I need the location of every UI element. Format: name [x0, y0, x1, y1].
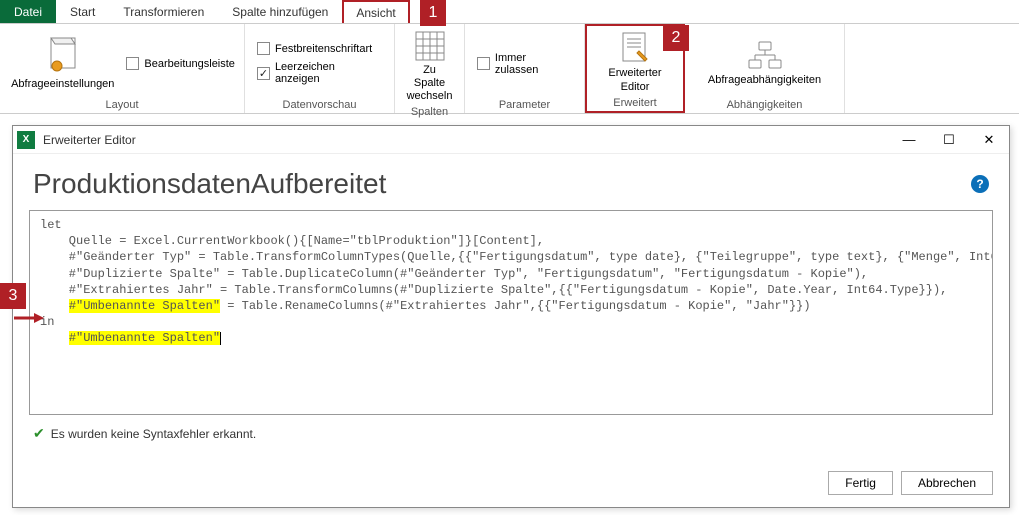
- go-to-column-label: Zu Spalte wechseln: [407, 64, 453, 104]
- query-name-header: ProduktionsdatenAufbereitet ?: [13, 154, 1009, 210]
- group-data-preview: Festbreitenschriftart Leerzeichen anzeig…: [245, 24, 395, 113]
- tab-add-column[interactable]: Spalte hinzufügen: [218, 0, 342, 23]
- query-dependencies-button[interactable]: Abfrageabhängigkeiten: [704, 38, 825, 89]
- group-columns: Zu Spalte wechseln Spalten: [395, 24, 465, 113]
- ribbon-tab-bar: Datei Start Transformieren Spalte hinzuf…: [0, 0, 1019, 24]
- tab-file[interactable]: Datei: [0, 0, 56, 23]
- callout-2: 2: [663, 25, 689, 51]
- show-whitespace-check[interactable]: Leerzeichen anzeigen: [257, 61, 382, 85]
- check-icon: ✔: [33, 425, 45, 442]
- done-button[interactable]: Fertig: [828, 471, 893, 495]
- tab-start[interactable]: Start: [56, 0, 109, 23]
- group-columns-label: Spalten: [411, 106, 448, 118]
- query-settings-button[interactable]: Abfrageeinstellungen: [7, 34, 118, 93]
- fixed-font-check[interactable]: Festbreitenschriftart: [257, 42, 382, 55]
- excel-icon: X: [17, 131, 35, 149]
- group-deps-label: Abhängigkeiten: [727, 99, 803, 111]
- advanced-editor-window: X Erweiterter Editor — ☐ ✕ Produktionsda…: [12, 125, 1010, 508]
- group-parameter: Immer zulassen Parameter: [465, 24, 585, 113]
- group-layout-label: Layout: [105, 99, 138, 111]
- always-allow-check[interactable]: Immer zulassen: [477, 52, 572, 76]
- tab-view[interactable]: Ansicht: [342, 0, 409, 23]
- formula-bar-check[interactable]: Bearbeitungsleiste: [126, 57, 235, 70]
- query-deps-label: Abfrageabhängigkeiten: [708, 74, 821, 87]
- group-preview-label: Datenvorschau: [283, 99, 357, 111]
- arrow-icon: [14, 312, 44, 324]
- group-layout: Abfrageeinstellungen Bearbeitungsleiste …: [0, 24, 245, 113]
- window-title: Erweiterter Editor: [43, 133, 899, 147]
- callout-1: 1: [420, 0, 446, 26]
- maximize-button[interactable]: ☐: [939, 132, 959, 148]
- window-titlebar: X Erweiterter Editor — ☐ ✕: [13, 126, 1009, 154]
- go-to-column-button[interactable]: Zu Spalte wechseln: [403, 28, 457, 106]
- minimize-button[interactable]: —: [899, 132, 919, 148]
- tab-transform[interactable]: Transformieren: [109, 0, 218, 23]
- syntax-status: ✔ Es wurden keine Syntaxfehler erkannt.: [13, 415, 1009, 452]
- close-button[interactable]: ✕: [979, 132, 999, 148]
- group-deps: Abfrageabhängigkeiten Abhängigkeiten: [685, 24, 845, 113]
- query-settings-label: Abfrageeinstellungen: [11, 78, 114, 91]
- ribbon: Abfrageeinstellungen Bearbeitungsleiste …: [0, 24, 1019, 114]
- cancel-button[interactable]: Abbrechen: [901, 471, 993, 495]
- callout-3: 3: [0, 283, 26, 309]
- help-icon[interactable]: ?: [971, 175, 989, 193]
- m-code-editor[interactable]: let Quelle = Excel.CurrentWorkbook(){[Na…: [29, 210, 993, 415]
- advanced-editor-button[interactable]: Erweiterter Editor: [604, 29, 665, 95]
- group-advanced-label: Erweitert: [613, 97, 656, 109]
- group-parameter-label: Parameter: [499, 99, 550, 111]
- advanced-editor-label: Erweiterter Editor: [608, 67, 661, 93]
